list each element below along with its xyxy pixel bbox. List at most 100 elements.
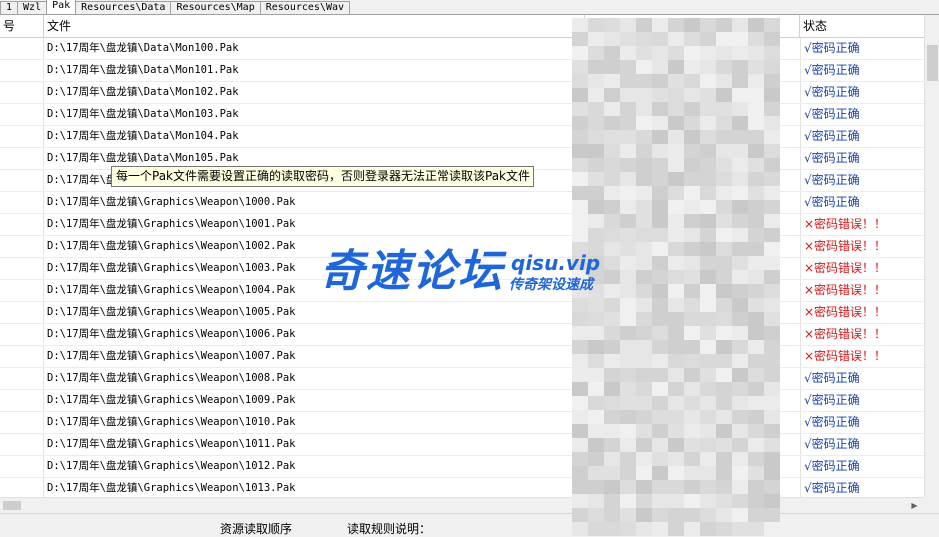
redaction-pixel [636, 74, 652, 88]
redaction-pixel [588, 186, 604, 200]
status-cell: ×密码错误！！ [800, 258, 924, 279]
redaction-pixel [764, 522, 780, 536]
status-cell: ×密码错误！！ [800, 302, 924, 323]
redaction-pixel [684, 424, 700, 438]
redaction-pixel [684, 46, 700, 60]
redaction-pixel [748, 186, 764, 200]
table-row[interactable]: D:\17周年\盘龙镇\Graphics\Weapon\1010.Pak √密码正… [0, 412, 924, 434]
redaction-pixel [588, 340, 604, 354]
column-header-number[interactable]: 号 [0, 15, 44, 37]
redaction-pixel [652, 298, 668, 312]
redaction-pixel [604, 438, 620, 452]
redaction-pixel [620, 228, 636, 242]
redaction-pixel [684, 74, 700, 88]
table-row[interactable]: D:\17周年\盘龙镇\Graphics\Weapon\1013.Pak √密码正… [0, 478, 924, 497]
bottom-bar: 资源读取顺序 读取规则说明： [0, 513, 939, 536]
redaction-pixel [604, 158, 620, 172]
redaction-pixel [652, 354, 668, 368]
table-row[interactable]: D:\17周年\盘龙镇\Graphics\Weapon\1000.Pak √密码正… [0, 192, 924, 214]
file-path-cell: D:\17周年\盘龙镇\Graphics\Weapon\1013.Pak [47, 482, 296, 494]
redaction-pixel [684, 270, 700, 284]
table-row[interactable]: D:\17周年\盘龙镇\Data\Mon102.Pak √密码正确 [0, 82, 924, 104]
redaction-pixel [764, 284, 780, 298]
file-path-cell: D:\17周年\盘龙镇\Graphics\Weapon\1000.Pak [47, 196, 296, 208]
redaction-pixel [652, 284, 668, 298]
redaction-pixel [748, 298, 764, 312]
redaction-pixel [716, 368, 732, 382]
table-row[interactable]: D:\17周年\盘龙镇\Data\Mon103.Pak √密码正确 [0, 104, 924, 126]
table-row[interactable]: D:\17周年\盘龙镇\Graphics\Weapon\1009.Pak √密码正… [0, 390, 924, 412]
redaction-pixel [748, 158, 764, 172]
redaction-pixel [716, 354, 732, 368]
redaction-pixel [636, 116, 652, 130]
redaction-pixel [604, 144, 620, 158]
tab-0[interactable]: 1 [0, 1, 19, 14]
table-row[interactable]: D:\17周年\盘龙镇\Graphics\Weapon\1011.Pak √密码正… [0, 434, 924, 456]
redaction-pixel [764, 228, 780, 242]
table-row[interactable]: D:\17周年\盘龙镇\Graphics\Weapon\1005.Pak ×密码错… [0, 302, 924, 324]
redaction-pixel [636, 354, 652, 368]
tab-5[interactable]: Resources\Wav [259, 1, 351, 14]
redaction-pixel [684, 214, 700, 228]
redaction-pixel [700, 424, 716, 438]
column-header-status[interactable]: 状态 [800, 15, 924, 37]
redaction-pixel [684, 340, 700, 354]
redaction-pixel [652, 172, 668, 186]
tab-1[interactable]: Wzl [17, 1, 48, 14]
redaction-pixel [684, 452, 700, 466]
horizontal-scroll-thumb[interactable] [3, 501, 21, 510]
file-path-cell: D:\17周年\盘龙镇\Graphics\Weapon\1005.Pak [47, 306, 296, 318]
table-row[interactable]: D:\17周年\盘龙镇\Data\Mon101.Pak √密码正确 [0, 60, 924, 82]
redaction-pixel [636, 298, 652, 312]
redaction-pixel [572, 214, 588, 228]
redaction-pixel [652, 228, 668, 242]
status-cell: √密码正确 [800, 126, 924, 147]
redaction-pixel [588, 60, 604, 74]
redaction-pixel [620, 494, 636, 508]
redaction-pixel [572, 144, 588, 158]
redaction-pixel [572, 74, 588, 88]
tab-3[interactable]: Resources\Data [75, 1, 172, 14]
redaction-pixel [588, 312, 604, 326]
table-row[interactable]: D:\17周年\盘龙镇\Graphics\Weapon\1001.Pak ×密码错… [0, 214, 924, 236]
row-number-cell [0, 104, 44, 125]
redaction-pixel [684, 228, 700, 242]
table-row[interactable]: D:\17周年\盘龙镇\Graphics\Weapon\1006.Pak ×密码错… [0, 324, 924, 346]
redaction-pixel [652, 186, 668, 200]
table-row[interactable]: D:\17周年\盘龙镇\Graphics\Weapon\1007.Pak ×密码错… [0, 346, 924, 368]
vertical-scrollbar[interactable] [924, 15, 939, 497]
status-cell: ×密码错误！！ [800, 346, 924, 367]
redaction-pixel [652, 144, 668, 158]
redaction-pixel [716, 424, 732, 438]
table-row[interactable]: D:\17周年\盘龙镇\Graphics\Weapon\1012.Pak √密码正… [0, 456, 924, 478]
redaction-pixel [764, 508, 780, 522]
redaction-pixel [620, 368, 636, 382]
tab-4[interactable]: Resources\Map [170, 1, 261, 14]
redaction-pixel [684, 158, 700, 172]
redaction-pixel [684, 480, 700, 494]
redaction-pixel [716, 74, 732, 88]
redaction-pixel [668, 494, 684, 508]
table-row[interactable]: D:\17周年\盘龙镇\Graphics\Weapon\1008.Pak √密码正… [0, 368, 924, 390]
redaction-pixel [636, 32, 652, 46]
table-row[interactable]: D:\17周年\盘龙镇\Data\Mon100.Pak √密码正确 [0, 38, 924, 60]
vertical-scroll-thumb[interactable] [927, 45, 938, 81]
redaction-pixel [588, 32, 604, 46]
column-header-file[interactable]: 文件 [44, 15, 585, 37]
horizontal-scrollbar[interactable]: ▶ [0, 497, 924, 513]
redaction-pixel [636, 438, 652, 452]
redaction-pixel [604, 102, 620, 116]
redaction-pixel [716, 242, 732, 256]
table-row[interactable]: D:\17周年\盘龙镇\Data\Mon104.Pak √密码正确 [0, 126, 924, 148]
redaction-pixel [700, 410, 716, 424]
redaction-pixel [668, 396, 684, 410]
redaction-pixel [572, 116, 588, 130]
status-cell: √密码正确 [800, 82, 924, 103]
redaction-pixel [748, 214, 764, 228]
redaction-pixel [636, 522, 652, 536]
scroll-right-arrow-icon[interactable]: ▶ [907, 498, 922, 513]
redaction-pixel [668, 298, 684, 312]
redaction-pixel [764, 494, 780, 508]
tab-2[interactable]: Pak [46, 0, 77, 14]
scrollbar-corner [924, 497, 939, 512]
